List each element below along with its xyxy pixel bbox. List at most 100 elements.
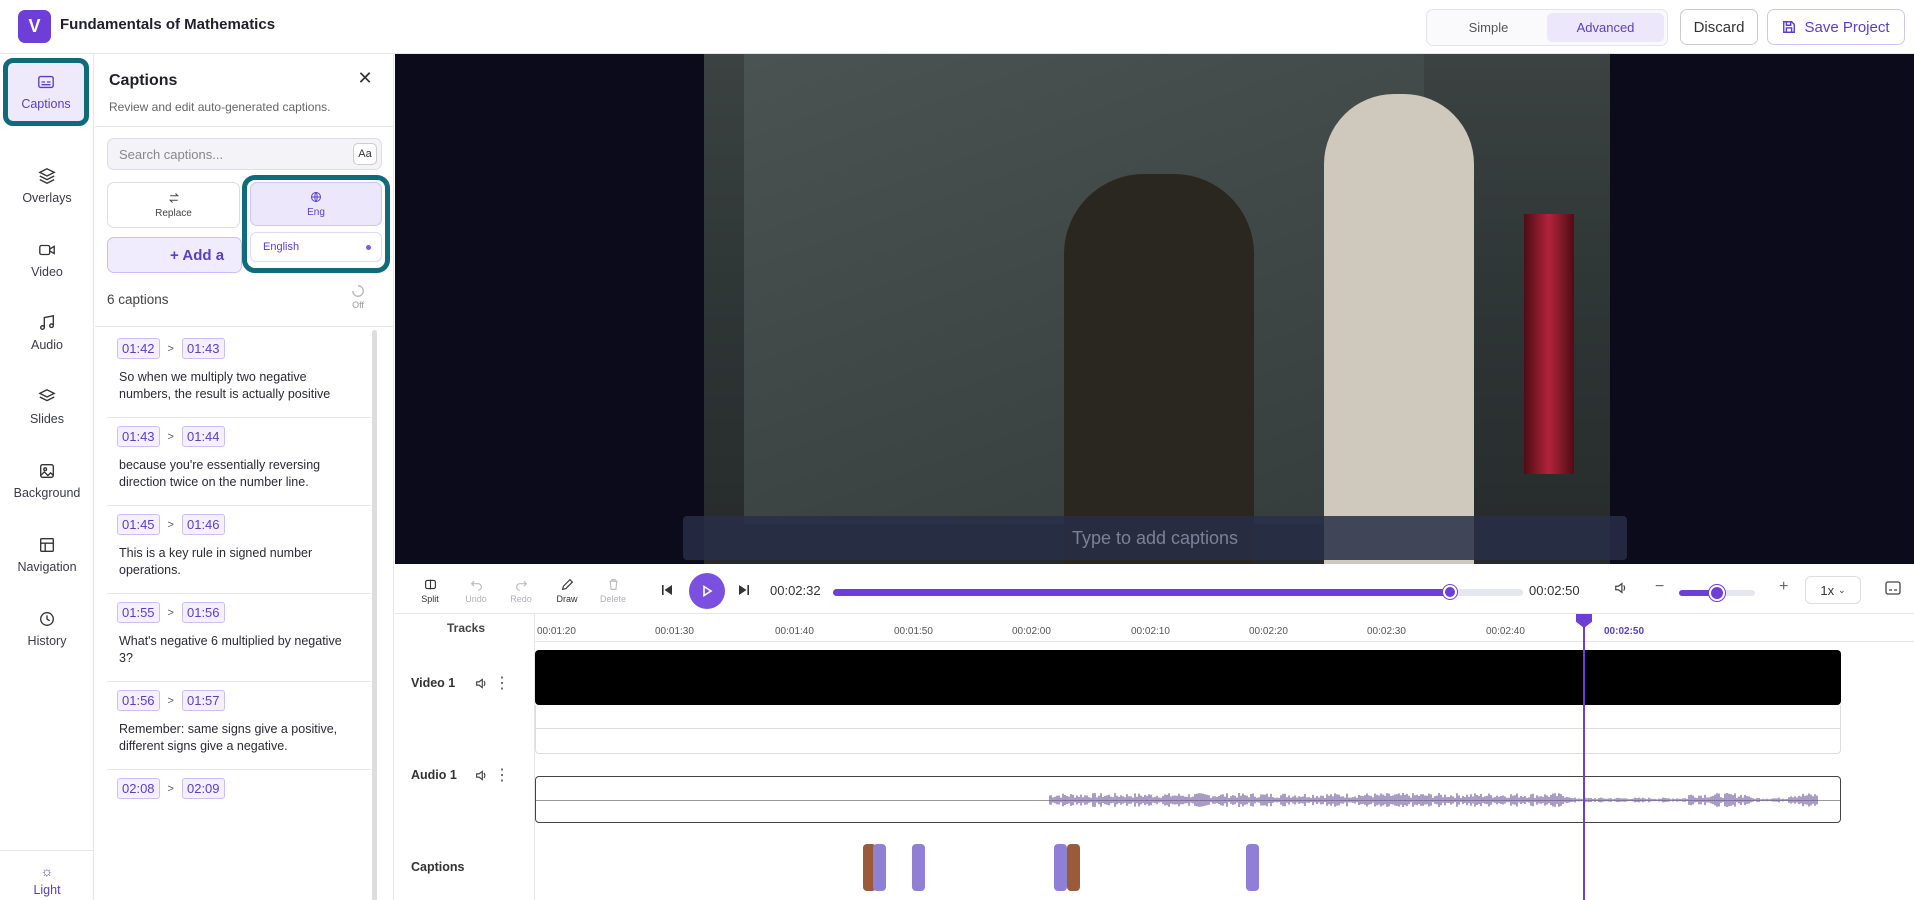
- rail-item-background[interactable]: Background: [0, 449, 94, 513]
- language-button[interactable]: Eng: [250, 182, 382, 226]
- delete-tool[interactable]: Delete: [593, 578, 633, 604]
- video-track-lane: [535, 705, 1841, 754]
- add-caption-button[interactable]: + Add a: [107, 237, 242, 273]
- closed-captions-icon[interactable]: [1885, 581, 1901, 595]
- caption-start-time[interactable]: 01:55: [117, 602, 160, 623]
- mode-toggle: Simple Advanced: [1426, 9, 1668, 46]
- playhead[interactable]: [1583, 614, 1585, 900]
- replace-button[interactable]: Replace: [107, 182, 240, 228]
- delete-label: Delete: [599, 594, 626, 604]
- caption-item[interactable]: 01:42 > 01:43 So when we multiply two ne…: [107, 330, 371, 418]
- zoom-handle[interactable]: [1709, 585, 1725, 601]
- player-controls: Split Undo Redo Draw Delete 00:02:32 00:…: [395, 564, 1914, 614]
- ruler-tick: 00:02:40: [1486, 626, 1525, 637]
- language-option-english[interactable]: English: [250, 232, 382, 262]
- caption-start-time[interactable]: 01:42: [117, 338, 160, 359]
- caption-marker[interactable]: [873, 844, 886, 891]
- audio-waveform: [1049, 793, 1818, 807]
- draw-tool[interactable]: Draw: [547, 578, 587, 604]
- track-name-video: Video 1: [411, 676, 456, 690]
- rail-item-captions[interactable]: Captions: [3, 58, 89, 126]
- ruler-tick: 00:02:30: [1367, 626, 1406, 637]
- rail-item-history[interactable]: History: [0, 597, 94, 661]
- caption-start-time[interactable]: 02:08: [117, 778, 160, 799]
- rail-item-navigation[interactable]: Navigation: [0, 523, 94, 587]
- caption-item[interactable]: 01:56 > 01:57 Remember: same signs give …: [107, 682, 371, 770]
- save-project-label: Save Project: [1804, 18, 1890, 36]
- slides-icon: [38, 389, 56, 402]
- layout-icon: [40, 538, 54, 552]
- more-vertical-icon[interactable]: ⋮: [494, 673, 510, 693]
- rail-label: Video: [31, 265, 63, 279]
- caption-end-time[interactable]: 01:56: [181, 602, 225, 623]
- captions-panel: Captions Review and edit auto-generated …: [95, 54, 394, 900]
- playback-progress[interactable]: [833, 585, 1523, 599]
- app-logo[interactable]: V: [18, 10, 51, 43]
- caption-marker[interactable]: [912, 844, 925, 891]
- undo-tool[interactable]: Undo: [456, 578, 496, 604]
- volume-icon[interactable]: [475, 677, 488, 690]
- caption-text[interactable]: So when we multiply two negative numbers…: [119, 369, 359, 403]
- split-tool[interactable]: Split: [410, 578, 450, 604]
- caption-marker[interactable]: [1246, 844, 1259, 891]
- caption-item[interactable]: 01:55 > 01:56 What's negative 6 multipli…: [107, 594, 371, 682]
- volume-icon[interactable]: [1614, 581, 1628, 595]
- caption-item[interactable]: 01:43 > 01:44 because you're essentially…: [107, 418, 371, 506]
- caption-end-time[interactable]: 02:09: [181, 778, 225, 799]
- mode-advanced-button[interactable]: Advanced: [1547, 13, 1664, 42]
- caption-start-time[interactable]: 01:43: [117, 426, 160, 447]
- video-clip[interactable]: [535, 650, 1841, 705]
- caption-end-time[interactable]: 01:44: [181, 426, 225, 447]
- language-option-label: English: [263, 241, 300, 253]
- close-icon[interactable]: ✕: [355, 68, 375, 89]
- zoom-out-button[interactable]: −: [1655, 578, 1664, 596]
- caption-text[interactable]: because you're essentially reversing dir…: [119, 457, 359, 491]
- divider: [535, 728, 1841, 729]
- redo-label: Redo: [510, 594, 532, 604]
- search-input[interactable]: [119, 147, 339, 162]
- project-title[interactable]: Fundamentals of Mathematics: [60, 16, 275, 33]
- ruler-tick: 00:01:30: [655, 626, 694, 637]
- caption-start-time[interactable]: 01:45: [117, 514, 160, 535]
- discard-button[interactable]: Discard: [1680, 9, 1758, 45]
- zoom-slider[interactable]: [1679, 585, 1755, 601]
- save-project-button[interactable]: Save Project: [1767, 9, 1905, 45]
- rail-item-overlays[interactable]: Overlays: [0, 154, 94, 218]
- redo-tool[interactable]: Redo: [501, 578, 541, 604]
- more-vertical-icon[interactable]: ⋮: [494, 765, 510, 785]
- caption-text[interactable]: Remember: same signs give a positive, di…: [119, 721, 359, 755]
- caption-start-time[interactable]: 01:56: [117, 690, 160, 711]
- caption-item[interactable]: 02:08 > 02:09: [107, 770, 371, 823]
- rail-label: Background: [13, 486, 81, 500]
- match-case-button[interactable]: Aa: [353, 143, 377, 165]
- split-label: Split: [421, 594, 439, 604]
- caption-item[interactable]: 01:45 > 01:46 This is a key rule in sign…: [107, 506, 371, 594]
- chevron-right-icon: >: [167, 430, 174, 443]
- skip-forward-icon[interactable]: [738, 584, 750, 596]
- caption-marker[interactable]: [1067, 844, 1080, 891]
- caption-overlay-input[interactable]: Type to add captions: [683, 516, 1627, 560]
- caption-end-time[interactable]: 01:43: [181, 338, 225, 359]
- volume-icon[interactable]: [475, 769, 488, 782]
- theme-toggle[interactable]: ☼ Light: [0, 850, 94, 897]
- rail-item-video[interactable]: Video: [0, 228, 94, 292]
- caption-list-scrollbar[interactable]: [372, 330, 377, 900]
- caption-times: 01:55 > 01:56: [117, 602, 371, 623]
- rail-item-audio[interactable]: Audio: [0, 301, 94, 365]
- rail-item-slides[interactable]: Slides: [0, 375, 94, 439]
- auto-scroll-toggle[interactable]: Off: [347, 284, 369, 310]
- time-ruler[interactable]: 00:01:20 00:01:30 00:01:40 00:01:50 00:0…: [535, 614, 1914, 642]
- mode-simple-button[interactable]: Simple: [1430, 13, 1547, 42]
- caption-marker[interactable]: [1054, 844, 1067, 891]
- play-button[interactable]: [689, 573, 725, 609]
- caption-end-time[interactable]: 01:46: [181, 514, 225, 535]
- audio-clip[interactable]: [535, 776, 1841, 823]
- skip-back-icon[interactable]: [661, 584, 673, 596]
- progress-handle[interactable]: [1442, 585, 1457, 599]
- caption-text[interactable]: What's negative 6 multiplied by negative…: [119, 633, 359, 667]
- playback-speed-select[interactable]: 1x ⌄: [1805, 576, 1861, 604]
- zoom-in-button[interactable]: +: [1779, 578, 1788, 596]
- video-frame[interactable]: [704, 54, 1610, 564]
- caption-end-time[interactable]: 01:57: [181, 690, 225, 711]
- caption-text[interactable]: This is a key rule in signed number oper…: [119, 545, 359, 579]
